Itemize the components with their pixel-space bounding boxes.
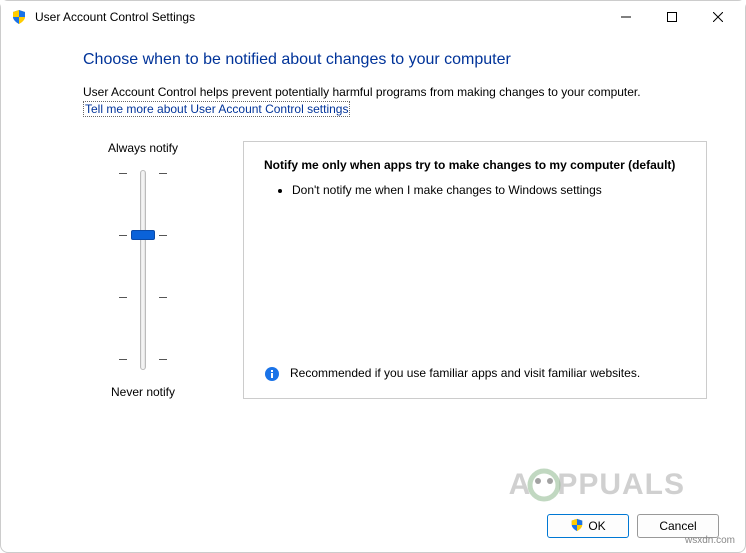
shield-icon [11,9,27,25]
watermark-text: wsxdn.com [685,535,735,546]
slider-thumb[interactable] [131,230,155,240]
brand-watermark: A PPUALS [509,468,685,502]
info-recommendation-text: Recommended if you use familiar apps and… [290,366,640,380]
notification-slider: Always notify Never notify [83,141,203,399]
info-bullet-item: Don't notify me when I make changes to W… [292,182,686,199]
slider-track[interactable] [113,165,173,375]
info-title: Notify me only when apps try to make cha… [264,158,686,172]
info-bullet-list: Don't notify me when I make changes to W… [264,182,686,205]
slider-top-label: Always notify [108,141,178,155]
slider-bottom-label: Never notify [111,385,175,399]
minimize-button[interactable] [603,1,649,33]
page-heading: Choose when to be notified about changes… [83,51,707,69]
titlebar: User Account Control Settings [1,1,745,33]
ok-button[interactable]: OK [547,514,629,538]
help-link[interactable]: Tell me more about User Account Control … [83,101,350,117]
close-button[interactable] [695,1,741,33]
content-area: Choose when to be notified about changes… [1,33,745,399]
info-recommendation: Recommended if you use familiar apps and… [264,366,686,382]
info-icon [264,366,280,382]
window-title: User Account Control Settings [35,10,195,24]
page-description: User Account Control helps prevent poten… [83,85,707,99]
maximize-button[interactable] [649,1,695,33]
shield-icon [570,518,584,535]
notification-info-box: Notify me only when apps try to make cha… [243,141,707,399]
ok-button-label: OK [588,519,605,533]
cancel-button-label: Cancel [659,519,696,533]
